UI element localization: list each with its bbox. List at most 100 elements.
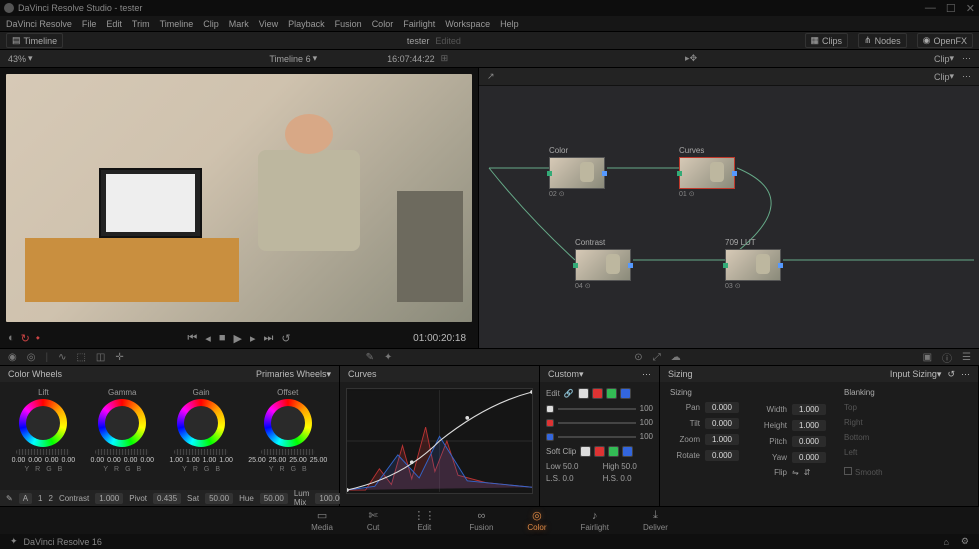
hue-value[interactable]: 50.00 [260, 493, 288, 504]
high-value[interactable]: 50.0 [621, 462, 637, 471]
wheel-val[interactable]: 1.00 [169, 457, 183, 464]
panel-options-icon[interactable]: ⋯ [642, 369, 651, 380]
color-wheel-offset[interactable] [264, 399, 312, 447]
clips-panel-toggle[interactable]: ▦ Clips [805, 33, 849, 48]
settings-icon[interactable]: ⚙ [961, 536, 969, 547]
wheel-val[interactable]: 0.00 [124, 457, 138, 464]
step-fwd-button[interactable]: ▸ [250, 332, 256, 345]
wheel-val[interactable]: 1.00 [186, 457, 200, 464]
curves-tool-icon[interactable]: ✎ [366, 352, 374, 363]
menu-timeline[interactable]: Timeline [160, 19, 194, 29]
last-frame-button[interactable]: ⏭ [263, 332, 273, 345]
wheel-val[interactable]: 0.00 [140, 457, 154, 464]
yaw-value[interactable]: 0.000 [792, 452, 826, 463]
contrast-value[interactable]: 1.000 [95, 493, 123, 504]
color-wheel-gain[interactable] [177, 399, 225, 447]
wheel-val[interactable]: 1.00 [219, 457, 233, 464]
loop-icon[interactable]: ↻ [21, 332, 30, 345]
menu-playback[interactable]: Playback [288, 19, 325, 29]
wheels-tab-icon[interactable]: ◉ [8, 352, 17, 363]
master-slider[interactable] [16, 449, 70, 455]
custom-title[interactable]: Custom [548, 369, 579, 379]
link-icon[interactable]: 🔗 [564, 389, 574, 398]
page-a-button[interactable]: A [19, 493, 32, 504]
menu-fairlight[interactable]: Fairlight [403, 19, 435, 29]
sizing-mode-dropdown[interactable]: Input Sizing [890, 369, 937, 379]
keyframe-tab-icon[interactable]: ▣ [923, 352, 932, 363]
node-thumbnail[interactable] [575, 249, 631, 281]
node-contrast[interactable]: Contrast 04 ⊙ [575, 238, 631, 290]
window-close-button[interactable]: ✕ [966, 2, 975, 15]
node-options-icon[interactable]: ⋯ [962, 71, 971, 82]
wheel-val[interactable]: 25.00 [248, 457, 266, 464]
timeline-panel-toggle[interactable]: ▤ Timeline [6, 33, 63, 48]
page-tab-cut[interactable]: ✄Cut [367, 509, 379, 532]
info-tab-icon[interactable]: ☰ [962, 352, 971, 363]
loop-button[interactable]: ↺ [281, 332, 290, 345]
wheel-val[interactable]: 25.00 [289, 457, 307, 464]
window-max-button[interactable]: ☐ [946, 2, 956, 15]
sat-value[interactable]: 50.00 [205, 493, 233, 504]
primaries-mode-dropdown[interactable]: Primaries Wheels [256, 369, 327, 379]
page-tab-media[interactable]: ▭Media [311, 509, 333, 532]
flip-h-button[interactable]: ⇋ [792, 468, 799, 477]
color-wheel-lift[interactable] [19, 399, 67, 447]
menu-davinci-resolve[interactable]: DaVinci Resolve [6, 19, 72, 29]
wheel-val[interactable]: 0.00 [91, 457, 105, 464]
play-button[interactable]: ▶ [233, 332, 241, 345]
page-tab-color[interactable]: ◎Color [527, 509, 546, 532]
wheel-val[interactable]: 25.00 [310, 457, 328, 464]
window-tab-icon[interactable]: ◫ [96, 352, 105, 363]
first-frame-button[interactable]: ⏮ [187, 332, 197, 345]
menu-help[interactable]: Help [500, 19, 519, 29]
curves-graph[interactable] [346, 388, 533, 494]
node-thumbnail[interactable] [725, 249, 781, 281]
width-value[interactable]: 1.000 [792, 404, 826, 415]
viewer-options-icon[interactable]: ⋯ [962, 53, 971, 64]
reset-icon[interactable]: ↺ [947, 369, 955, 380]
node-color[interactable]: Color 02 ⊙ [549, 146, 605, 198]
menu-workspace[interactable]: Workspace [445, 19, 490, 29]
hs-value[interactable]: 0.0 [620, 474, 631, 483]
ls-value[interactable]: 0.0 [562, 474, 573, 483]
stop-button[interactable]: ■ [219, 332, 226, 344]
nodes-panel-toggle[interactable]: ⋔ Nodes [858, 33, 907, 48]
zoom-value[interactable]: 1.000 [705, 434, 739, 445]
master-slider[interactable] [261, 449, 315, 455]
wheel-val[interactable]: 0.00 [12, 457, 26, 464]
bypass-icon[interactable]: ◐ [8, 332, 15, 345]
height-value[interactable]: 1.000 [792, 420, 826, 431]
node-curves[interactable]: Curves 01 ⊙ [679, 146, 735, 198]
wheel-val[interactable]: 0.00 [62, 457, 76, 464]
menu-mark[interactable]: Mark [229, 19, 249, 29]
node-thumbnail[interactable] [679, 157, 735, 189]
edit-channel-picker[interactable] [578, 388, 631, 399]
qualifier-tab-icon[interactable]: ⬚ [76, 352, 85, 363]
viewer-image[interactable] [6, 74, 472, 322]
marker-icon[interactable]: ⬩ [36, 332, 40, 345]
page-tab-fusion[interactable]: ∞Fusion [469, 510, 493, 532]
low-value[interactable]: 50.0 [563, 462, 579, 471]
window-min-button[interactable]: — [925, 2, 936, 15]
blank-top[interactable]: Top [844, 403, 883, 412]
menu-clip[interactable]: Clip [203, 19, 219, 29]
flip-v-button[interactable]: ⇵ [804, 468, 811, 477]
curves-tab-icon[interactable]: ∿ [58, 352, 66, 363]
sizing-tab-icon[interactable]: ⤢ [653, 352, 661, 363]
menu-file[interactable]: File [82, 19, 97, 29]
grid-icon[interactable]: ⊞ [441, 53, 449, 64]
tracker-tab-icon[interactable]: ✛ [115, 352, 123, 363]
rotate-value[interactable]: 0.000 [705, 450, 739, 461]
node-thumbnail[interactable] [549, 157, 605, 189]
blur-tab-icon[interactable]: ☁ [671, 352, 681, 363]
wheel-val[interactable]: 0.00 [45, 457, 59, 464]
hand-icon[interactable]: ✥ [690, 53, 698, 64]
bars-tab-icon[interactable]: ◎ [27, 352, 36, 363]
softclip-channel-picker[interactable] [580, 446, 633, 457]
key-tab-icon[interactable]: ⊙ [634, 352, 642, 363]
pivot-value[interactable]: 0.435 [153, 493, 181, 504]
menu-edit[interactable]: Edit [106, 19, 122, 29]
page-2-button[interactable]: 2 [49, 494, 53, 503]
menu-view[interactable]: View [259, 19, 278, 29]
wheel-val[interactable]: 1.00 [203, 457, 217, 464]
